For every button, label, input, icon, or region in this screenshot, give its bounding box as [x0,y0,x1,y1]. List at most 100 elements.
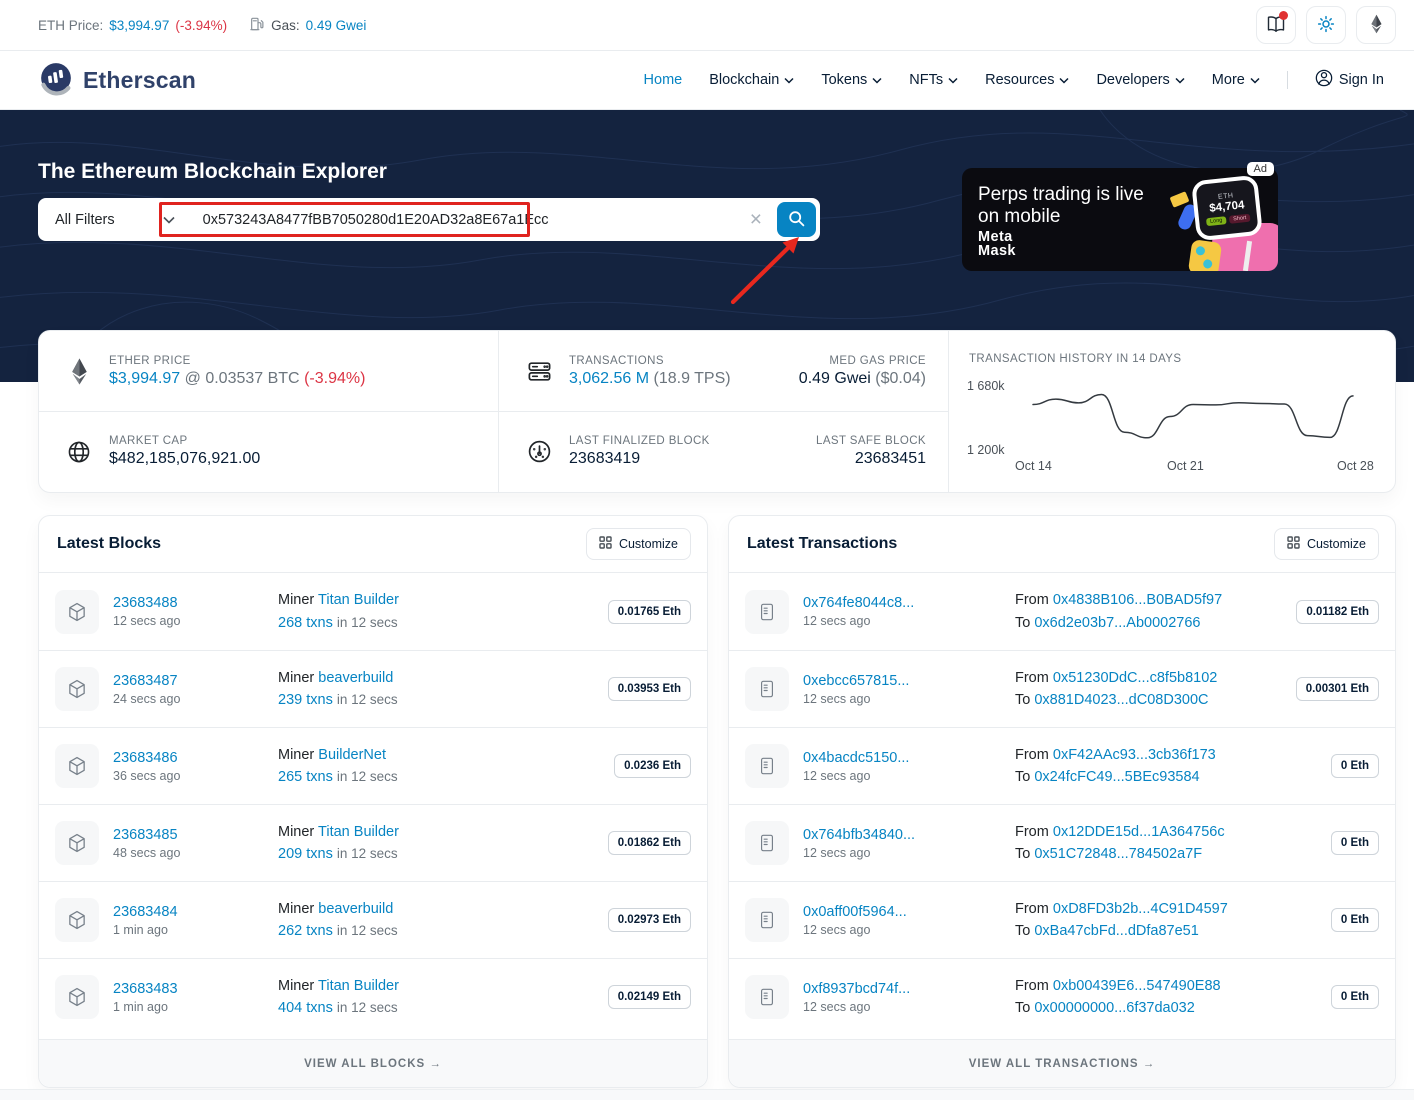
line-chart [1029,383,1359,449]
chevron-down-icon [1175,72,1185,88]
tx-hash-link[interactable]: 0x4bacdc5150... [803,750,1015,766]
search-input[interactable] [203,212,703,228]
topbar: ETH Price: $3,994.97 (-3.94%) Gas: 0.49 … [0,0,1414,51]
to-address-link[interactable]: 0x881D4023...dC08D300C [1034,692,1208,708]
chevron-down-icon [1059,72,1069,88]
eth-price-value[interactable]: $3,994.97 [109,18,169,33]
search-bar: All Filters × [38,198,820,241]
block-number-link[interactable]: 23683483 [113,981,278,997]
from-address-link[interactable]: 0xb00439E6...547490E88 [1053,978,1221,994]
miner-link[interactable]: beaverbuild [318,670,393,686]
ether-price-value[interactable]: $3,994.97 [109,370,180,387]
txns-link[interactable]: 262 txns [278,923,333,939]
block-miner-cell: Miner BuilderNet 265 txns in 12 secs [278,744,614,789]
etherscan-logo[interactable]: Etherscan [38,60,196,101]
search-button[interactable] [777,202,816,237]
to-address-link[interactable]: 0xBa47cbFd...dDfa87e51 [1034,923,1198,939]
to-address-link[interactable]: 0x51C72848...784502a7F [1034,846,1202,862]
chart-title: TRANSACTION HISTORY IN 14 DAYS [969,353,1181,365]
tx-hash-link[interactable]: 0xf8937bcd74f... [803,981,1015,997]
transaction-history-chart: TRANSACTION HISTORY IN 14 DAYS 1 680k 1 … [948,331,1395,492]
miner-link[interactable]: Titan Builder [318,978,399,994]
shirt-dot [1195,246,1205,256]
chart-ytick-top: 1 680k [967,379,1005,393]
stats-column-price: ETHER PRICE $3,994.97 @ 0.03537 BTC (-3.… [39,331,498,492]
block-number-link[interactable]: 23683484 [113,904,278,920]
nav-item-nfts[interactable]: NFTs [909,72,958,88]
tx-hash-link[interactable]: 0xebcc657815... [803,673,1015,689]
from-address-link[interactable]: 0xF42AAc93...3cb36f173 [1053,747,1216,763]
chevron-down-icon [1250,72,1260,88]
cube-icon [55,975,99,1019]
to-address-link[interactable]: 0x24fcFC49...5BEc93584 [1034,769,1199,785]
nav-item-developers[interactable]: Developers [1096,72,1184,88]
ether-icon [59,358,99,385]
customize-transactions-button[interactable]: Customize [1274,528,1379,560]
block-reward-badge: 0.03953 Eth [608,677,691,701]
tx-hash-link[interactable]: 0x764fe8044c8... [803,595,1015,611]
ether-price-content: ETHER PRICE $3,994.97 @ 0.03537 BTC (-3.… [109,355,365,388]
transaction-row: 0x4bacdc5150... 12 secs ago From 0xF42AA… [729,727,1395,804]
from-address-link[interactable]: 0x12DDE15d...1A364756c [1053,824,1225,840]
customize-blocks-button[interactable]: Customize [586,528,691,560]
theme-toggle-button[interactable] [1306,6,1346,44]
ad-banner[interactable]: Ad Perps trading is live on mobile Meta … [962,168,1278,271]
notification-dot [1279,11,1288,20]
sign-in-button[interactable]: Sign In [1315,69,1384,91]
gas-value[interactable]: 0.49 Gwei [306,18,367,33]
nav-item-blockchain[interactable]: Blockchain [709,72,794,88]
miner-link[interactable]: BuilderNet [318,747,386,763]
txns-link[interactable]: 268 txns [278,615,333,631]
cube-icon [55,744,99,788]
block-age: 36 secs ago [113,769,278,783]
nav-item-home[interactable]: Home [644,72,683,88]
miner-link[interactable]: Titan Builder [318,824,399,840]
block-number-link[interactable]: 23683485 [113,827,278,843]
cube-icon [55,667,99,711]
stat-label: TRANSACTIONS [569,355,731,367]
block-number-link[interactable]: 23683488 [113,595,278,611]
block-number-link[interactable]: 23683486 [113,750,278,766]
watchlist-button[interactable] [1256,6,1296,44]
miner-link[interactable]: beaverbuild [318,901,393,917]
nav-item-tokens[interactable]: Tokens [821,72,882,88]
miner-prefix: Miner [278,670,314,686]
stat-label: MARKET CAP [109,435,260,447]
network-button[interactable] [1356,6,1396,44]
from-address-link[interactable]: 0xD8FD3b2b...4C91D4597 [1053,901,1228,917]
block-id-cell: 23683483 1 min ago [113,981,278,1014]
miner-link[interactable]: Titan Builder [318,592,399,608]
view-all-blocks-button[interactable]: VIEW ALL BLOCKS → [39,1039,707,1087]
block-age: 1 min ago [113,1000,278,1014]
block-miner-cell: Miner beaverbuild 262 txns in 12 secs [278,898,608,943]
to-address-link[interactable]: 0x00000000...6f37da032 [1034,1000,1194,1016]
txns-link[interactable]: 239 txns [278,692,333,708]
block-number-link[interactable]: 23683487 [113,673,278,689]
search-filter-dropdown[interactable]: All Filters [55,212,175,228]
nav-item-more[interactable]: More [1212,72,1260,88]
nav-label: Tokens [821,72,867,88]
miner-prefix: Miner [278,747,314,763]
tx-addresses-cell: From 0xF42AAc93...3cb36f173 To 0x24fcFC4… [1015,744,1331,789]
eth-price-label: ETH Price: [38,18,103,33]
nav-label: NFTs [909,72,943,88]
block-row: 23683486 36 secs ago Miner BuilderNet 26… [39,727,707,804]
cube-icon [55,590,99,634]
tx-hash-link[interactable]: 0x0aff00f5964... [803,904,1015,920]
chevron-down-icon [948,72,958,88]
txns-link[interactable]: 404 txns [278,1000,333,1016]
from-prefix: From [1015,670,1049,686]
from-address-link[interactable]: 0x4838B106...B0BAD5f97 [1053,592,1222,608]
clear-x-icon[interactable]: × [750,209,762,230]
document-icon [745,744,789,788]
txns-link[interactable]: 265 txns [278,769,333,785]
view-all-transactions-button[interactable]: VIEW ALL TRANSACTIONS → [729,1039,1395,1087]
tx-hash-link[interactable]: 0x764bfb34840... [803,827,1015,843]
txns-link[interactable]: 209 txns [278,846,333,862]
from-address-link[interactable]: 0x51230DdC...c8f5b8102 [1053,670,1217,686]
transactions-stat: TRANSACTIONS 3,062.56 M (18.9 TPS) MED G… [499,331,948,411]
to-address-link[interactable]: 0x6d2e03b7...Ab0002766 [1034,615,1200,631]
nav-item-resources[interactable]: Resources [985,72,1069,88]
market-cap-stat: MARKET CAP $482,185,076,921.00 [39,411,498,491]
transactions-value[interactable]: 3,062.56 M [569,370,649,387]
